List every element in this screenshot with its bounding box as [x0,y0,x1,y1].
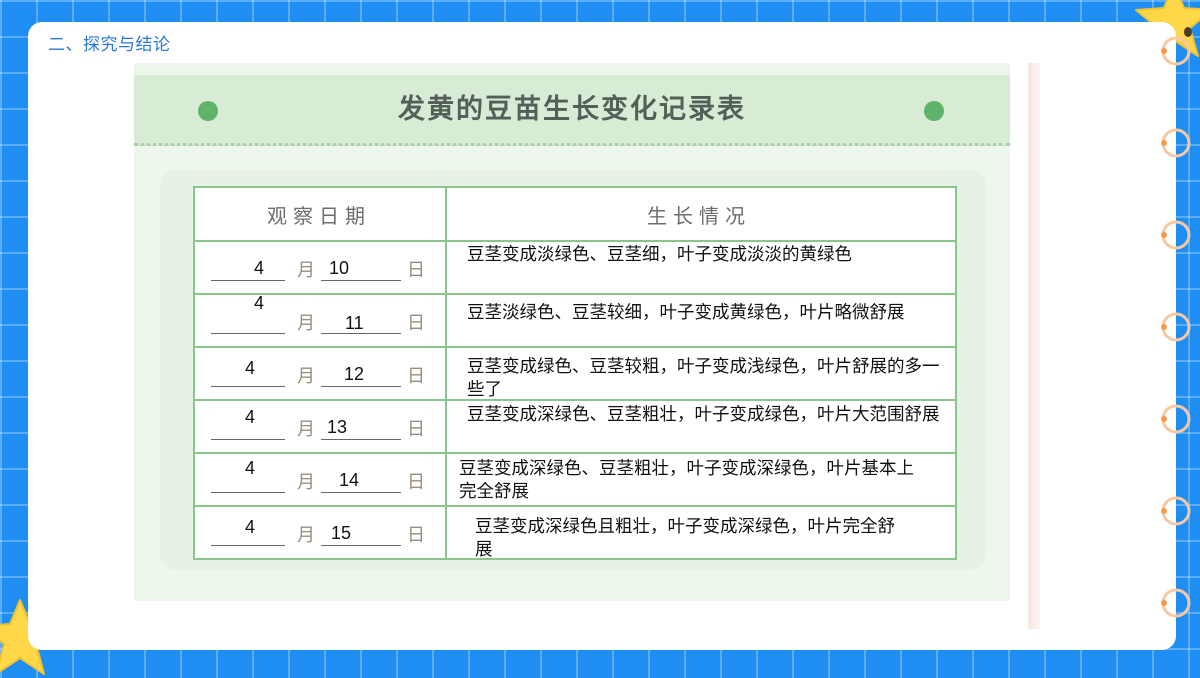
month-unit: 月 [297,419,315,440]
day-unit: 日 [407,313,425,334]
growth-description: 豆茎变成深绿色、豆茎粗壮，叶子变成绿色，叶片大范围舒展 [467,405,940,425]
month-value: 4 [254,293,265,313]
record-table: 观察日期 生长情况 4 月 10 日 豆茎变成淡绿色、豆茎细，叶子变成淡淡的黄绿… [193,186,957,560]
growth-description: 豆茎变成深绿色、豆茎粗壮，叶子变成深绿色，叶片基本上完全舒展 [459,459,914,502]
date-cell: 4 月 13 日 [209,401,429,451]
growth-description: 豆茎变成绿色、豆茎较粗，叶子变成浅绿色，叶片舒展的多一些了 [467,357,940,400]
month-blank [211,307,285,334]
day-blank [321,466,401,493]
month-blank [211,254,285,281]
month-unit: 月 [297,525,315,546]
month-unit: 月 [297,313,315,334]
day-unit: 日 [407,419,425,440]
binder-ring-icon [1161,220,1191,250]
day-unit: 日 [407,472,425,493]
month-value: 4 [254,258,265,278]
day-value: 12 [344,364,365,384]
header-growth: 生长情况 [647,204,751,228]
column-divider [445,188,447,558]
month-unit: 月 [297,260,315,281]
growth-description: 豆茎变成淡绿色、豆茎细，叶子变成淡淡的黄绿色 [467,245,852,265]
month-value: 4 [245,458,256,478]
day-value: 10 [329,258,350,278]
day-unit: 日 [407,260,425,281]
page-edge-shadow [1028,63,1040,629]
month-unit: 月 [297,366,315,387]
binder-ring-icon [1161,36,1191,66]
binder-ring-icon [1161,404,1191,434]
growth-description: 豆茎淡绿色、豆茎较细，叶子变成黄绿色，叶片略微舒展 [467,303,905,323]
sheet-header-band: 发黄的豆苗生长变化记录表 [134,75,1010,146]
day-value: 15 [331,523,352,543]
day-value: 14 [339,470,360,490]
binder-ring-icon [1161,128,1191,158]
month-value: 4 [245,358,256,378]
binder-ring-icon [1161,496,1191,526]
date-cell: 4 月 10 日 [209,242,429,292]
binder-ring-icon [1161,312,1191,342]
growth-description: 豆茎变成深绿色且粗壮，叶子变成深绿色，叶片完全舒展 [475,517,895,560]
month-value: 4 [245,407,256,427]
day-unit: 日 [407,366,425,387]
header-date: 观察日期 [267,204,371,228]
binder-ring-icon [1161,588,1191,618]
dotted-divider [134,143,1010,146]
date-cell: 4 月 11 日 [209,293,429,345]
date-cell: 4 月 12 日 [209,348,429,398]
day-value: 13 [327,417,348,437]
date-cell: 4 月 14 日 [209,454,429,504]
month-value: 4 [245,517,256,537]
day-value: 11 [345,313,364,333]
sheet-title: 发黄的豆苗生长变化记录表 [398,94,746,125]
green-dot-icon [924,101,944,121]
section-title: 二、探究与结论 [48,35,171,55]
day-unit: 日 [407,525,425,546]
date-cell: 4 月 15 日 [209,507,429,557]
month-unit: 月 [297,472,315,493]
